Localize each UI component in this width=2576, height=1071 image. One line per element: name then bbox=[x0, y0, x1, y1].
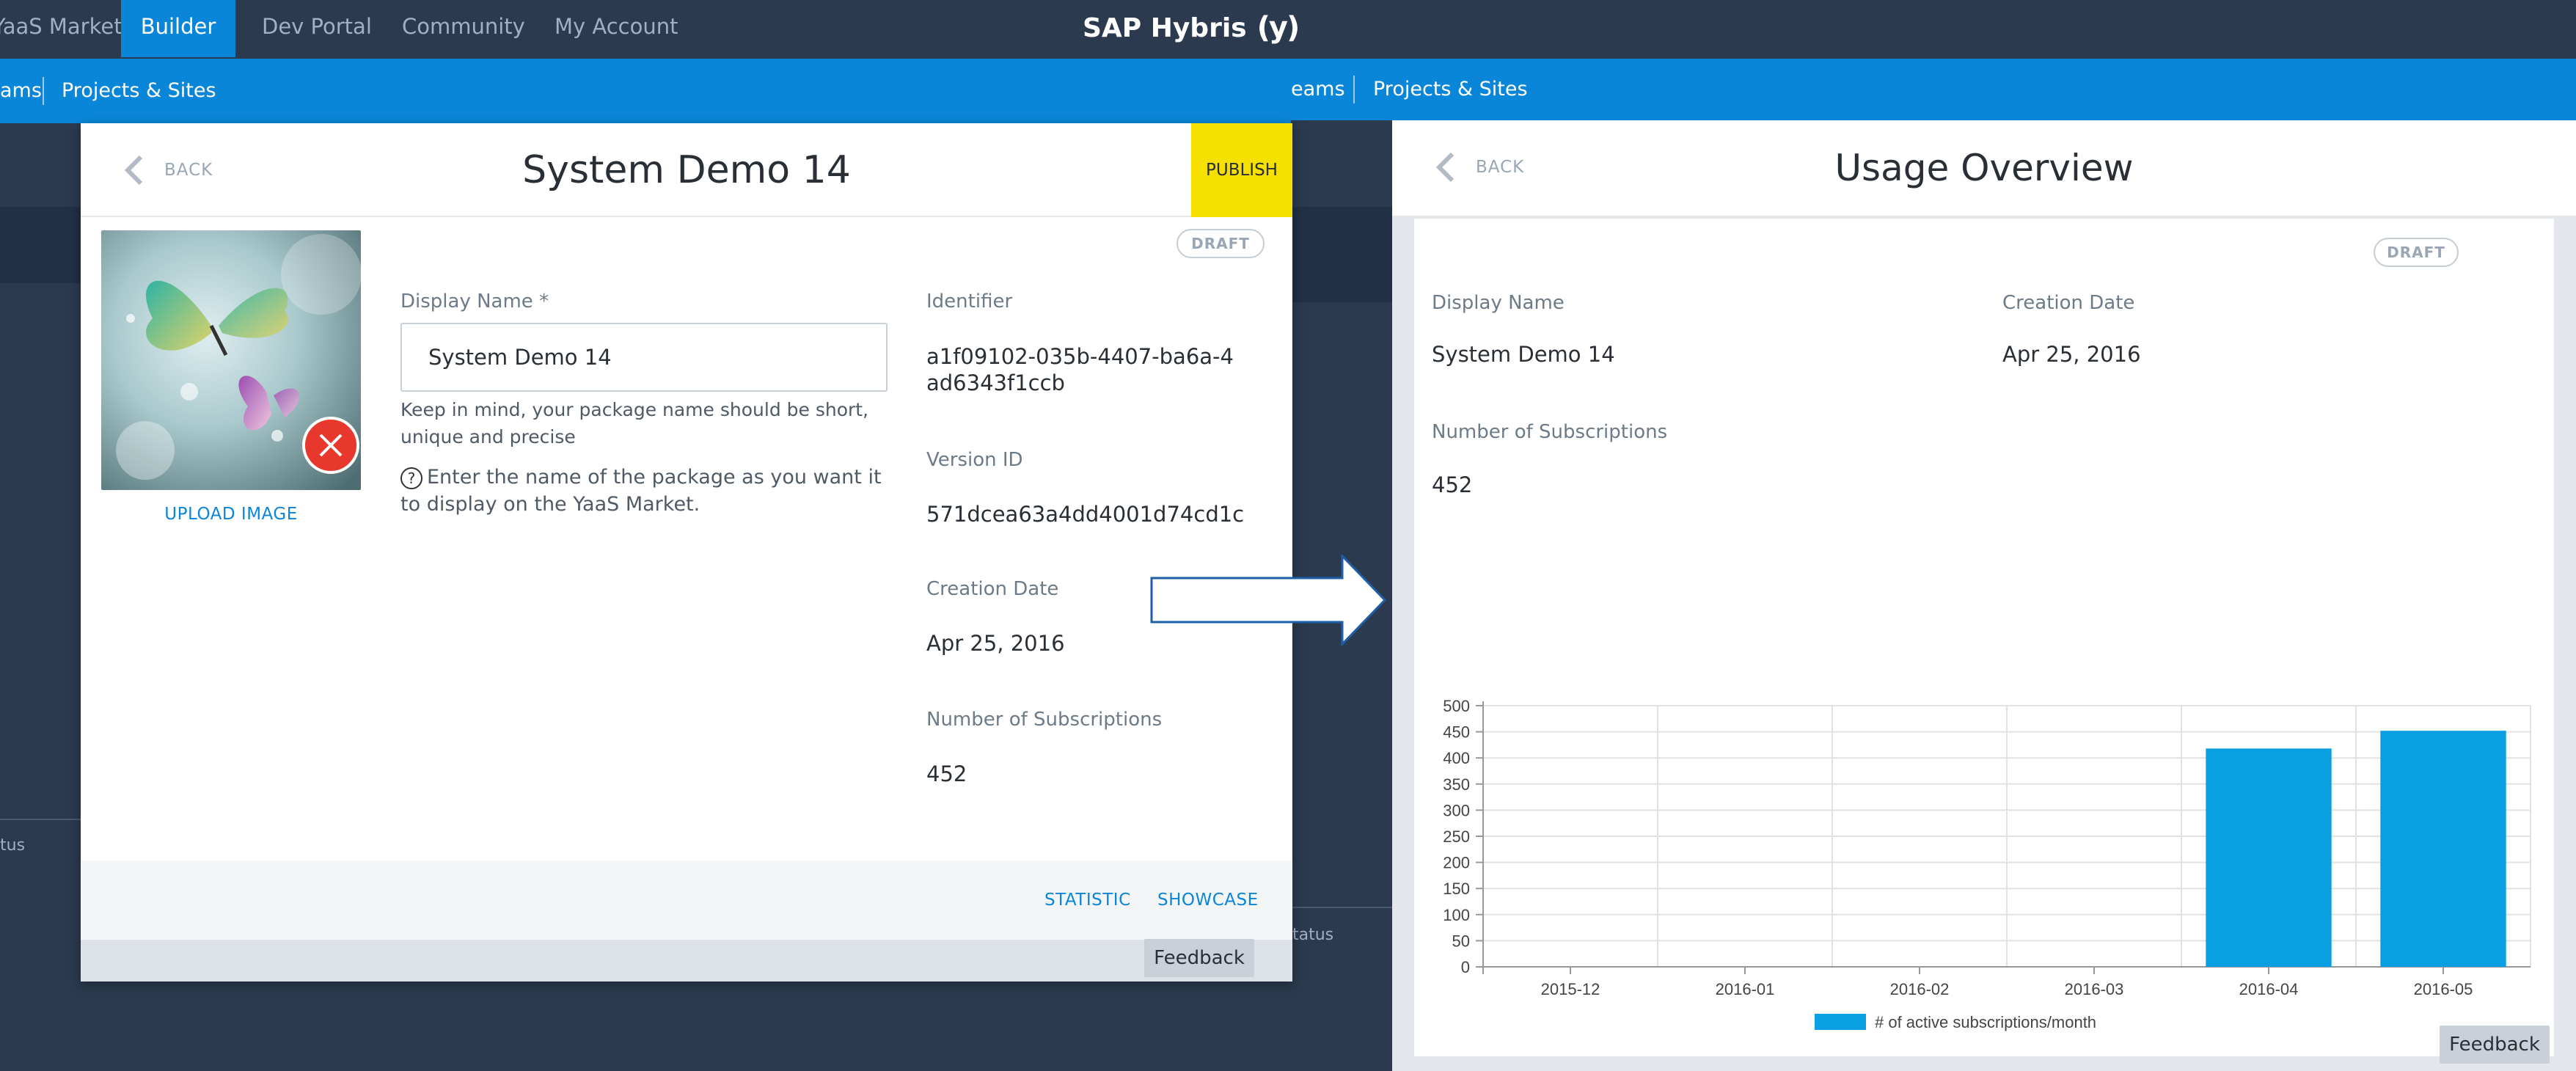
background-table-header bbox=[1292, 207, 1392, 302]
background-divider bbox=[1292, 907, 1392, 908]
chart-bar bbox=[2206, 748, 2332, 967]
nav-item-yaas-market[interactable]: YaaS Market bbox=[0, 0, 122, 57]
package-editor-modal: BACK System Demo 14 PUBLISH DRAFT UPLOAD… bbox=[81, 123, 1292, 982]
arrow-right-icon bbox=[1150, 555, 1387, 646]
page-title: System Demo 14 bbox=[522, 148, 851, 192]
sub-nav-separator bbox=[43, 77, 44, 105]
sub-nav-projects-sites[interactable]: Projects & Sites bbox=[62, 59, 216, 123]
chart-x-tick-label: 2015-12 bbox=[1541, 980, 1600, 998]
brand-logo[interactable]: SAP Hybris (y) bbox=[1083, 6, 1300, 50]
chart-y-tick-label: 450 bbox=[1443, 723, 1470, 742]
display-name-help: ? Enter the name of the package as you wa… bbox=[400, 464, 907, 518]
version-id-label: Version ID bbox=[926, 449, 1023, 471]
modal-footer: STATISTIC SHOWCASE bbox=[81, 860, 1292, 940]
subscriptions-label: Number of Subscriptions bbox=[926, 709, 1163, 731]
creation-date-label: Creation Date bbox=[926, 578, 1059, 600]
delete-image-button[interactable] bbox=[302, 417, 359, 474]
chart-x-tick-label: 2016-04 bbox=[2239, 980, 2299, 998]
chart-y-tick-label: 150 bbox=[1443, 880, 1470, 898]
chart-y-tick-label: 100 bbox=[1443, 906, 1470, 924]
sub-nav-right: eams Projects & Sites bbox=[1291, 59, 2576, 120]
chart-x-tick-label: 2016-03 bbox=[2065, 980, 2124, 998]
publish-button[interactable]: PUBLISH bbox=[1191, 123, 1292, 217]
nav-item-builder[interactable]: Builder bbox=[121, 0, 235, 57]
nav-item-my-account[interactable]: My Account bbox=[555, 0, 678, 57]
sub-nav-teams[interactable]: ams bbox=[0, 59, 42, 123]
chart-x-tick-label: 2016-02 bbox=[1890, 980, 1950, 998]
statistic-link[interactable]: STATISTIC bbox=[1044, 860, 1131, 940]
usage-overview-panel: BACK Usage Overview DRAFT Display Name S… bbox=[1392, 120, 2576, 1071]
yaas-logo-icon: (y) bbox=[1256, 11, 1300, 45]
sub-nav-teams[interactable]: eams bbox=[1291, 59, 1345, 120]
creation-date-value: Apr 25, 2016 bbox=[926, 631, 1065, 656]
chart-y-tick-label: 350 bbox=[1443, 775, 1470, 794]
draft-badge: DRAFT bbox=[1177, 229, 1265, 258]
identifier-label: Identifier bbox=[926, 290, 1013, 312]
identifier-value: a1f09102-035b-4407-ba6a-4ad6343f1ccb bbox=[926, 344, 1234, 395]
sub-nav-projects-sites[interactable]: Projects & Sites bbox=[1373, 59, 1528, 120]
page-title: Usage Overview bbox=[1834, 147, 2134, 189]
top-nav: YaaS Market Builder Dev Portal Community… bbox=[0, 0, 2576, 59]
chart-y-tick-label: 500 bbox=[1443, 697, 1470, 715]
chart-legend-label: # of active subscriptions/month bbox=[1875, 1013, 2096, 1031]
sub-nav-separator bbox=[1353, 76, 1355, 103]
chart-x-tick-label: 2016-01 bbox=[1716, 980, 1775, 998]
sub-nav-left: ams Projects & Sites bbox=[0, 59, 1291, 123]
display-name-label: Display Name * bbox=[400, 290, 549, 312]
help-icon: ? bbox=[400, 467, 422, 489]
background-table-header bbox=[0, 207, 82, 283]
chart-y-tick-label: 200 bbox=[1443, 854, 1470, 872]
showcase-link[interactable]: SHOWCASE bbox=[1157, 860, 1259, 940]
feedback-button[interactable]: Feedback bbox=[2440, 1026, 2550, 1064]
help-text: Enter the name of the package as you wan… bbox=[400, 466, 882, 516]
chart-y-tick-label: 50 bbox=[1452, 932, 1470, 950]
nav-item-community[interactable]: Community bbox=[402, 0, 525, 57]
chart-y-tick-label: 400 bbox=[1443, 749, 1470, 767]
chart-legend-swatch bbox=[1815, 1014, 1866, 1030]
close-icon bbox=[319, 434, 343, 457]
modal-bottom-bar bbox=[81, 940, 1292, 982]
chart-y-tick-label: 300 bbox=[1443, 801, 1470, 819]
brand-name: SAP Hybris bbox=[1083, 12, 1247, 43]
chart-x-tick-label: 2016-05 bbox=[2414, 980, 2473, 998]
chart-y-tick-label: 250 bbox=[1443, 827, 1470, 846]
chart-y-tick-label: 0 bbox=[1461, 958, 1470, 976]
subscriptions-bar-chart: 0 50 100 150 200 250 300 350 400 450 500 2015-12 201… bbox=[1443, 697, 2531, 1031]
display-name-hint: Keep in mind, your package name should b… bbox=[400, 399, 869, 447]
overview-card: DRAFT Display Name System Demo 14 Creati… bbox=[1414, 219, 2554, 1056]
subscriptions-value: 452 bbox=[926, 761, 967, 786]
background-status-label: tus bbox=[0, 836, 26, 855]
version-id-value: 571dcea63a4dd4001d74cd1c bbox=[926, 502, 1245, 527]
overview-header: BACK Usage Overview bbox=[1392, 120, 2576, 216]
upload-image-link[interactable]: UPLOAD IMAGE bbox=[101, 505, 361, 524]
display-name-input[interactable]: System Demo 14 bbox=[400, 323, 888, 392]
feedback-button[interactable]: Feedback bbox=[1144, 939, 1254, 977]
modal-header: BACK System Demo 14 PUBLISH bbox=[81, 123, 1292, 217]
chart-bar bbox=[2380, 731, 2506, 967]
background-status-label: tatus bbox=[1292, 926, 1334, 944]
nav-item-dev-portal[interactable]: Dev Portal bbox=[262, 0, 372, 57]
background-divider bbox=[0, 819, 81, 820]
